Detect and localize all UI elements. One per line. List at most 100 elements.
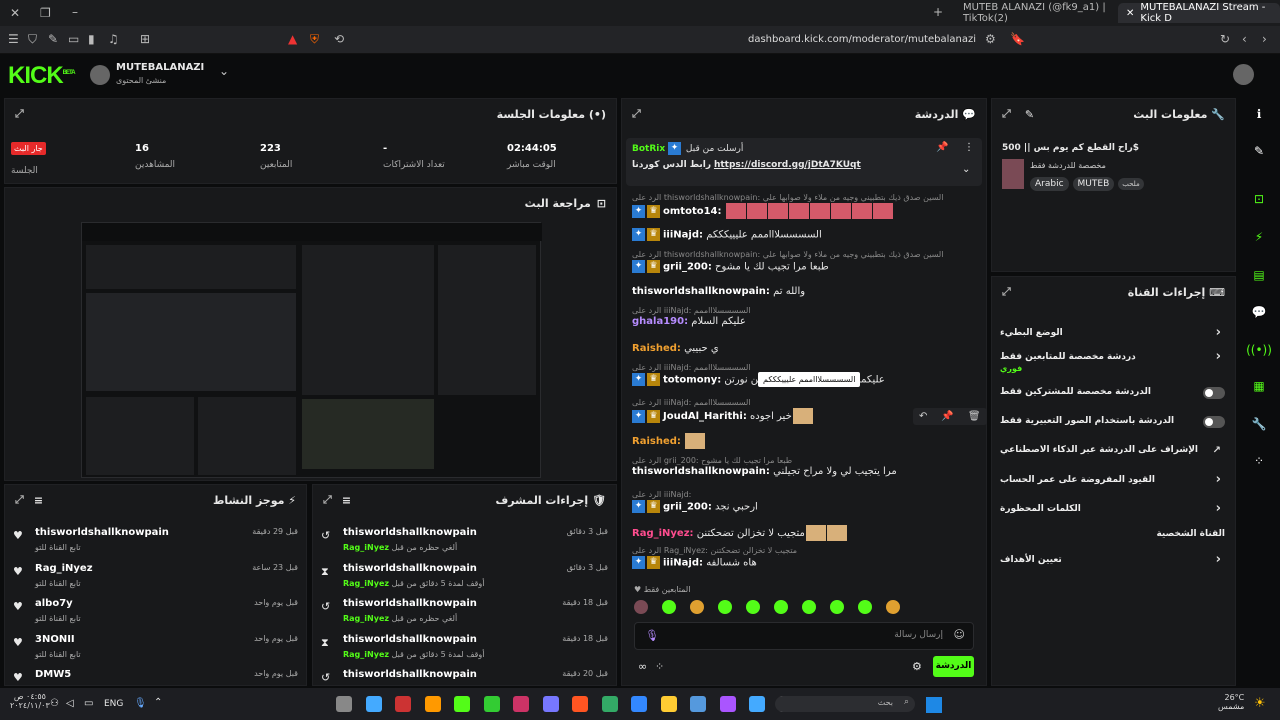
stream-video[interactable] — [81, 222, 542, 478]
chevron-up-icon[interactable]: ⌃ — [154, 697, 162, 708]
notification-icon[interactable]: ⚇ — [50, 698, 59, 709]
activity-item[interactable]: ♥ DMW5 قبل يوم واحد — [13, 667, 298, 685]
toggle-switch[interactable] — [1203, 416, 1225, 428]
tabs-icon[interactable]: ▭ — [68, 32, 79, 46]
menu-icon[interactable]: ☰ — [8, 32, 19, 46]
mod-action-item[interactable]: ↺ thisworldshallknowpain Rag_iNyez ألغي حظ… — [321, 525, 608, 559]
edit-icon[interactable]: ✎ — [1025, 108, 1034, 121]
channel-action-item[interactable]: الإشراف على الدردشة عبر الذكاء الاصطناعي… — [1000, 445, 1225, 456]
chat-username[interactable]: iiiNajd: — [663, 230, 703, 241]
url-field[interactable]: dashboard.kick.com/moderator/mutebalanaz… — [280, 31, 1000, 49]
close-window-icon[interactable]: ✕ — [10, 6, 20, 20]
stream-tag[interactable]: Arabic — [1030, 177, 1069, 191]
external-link-icon[interactable]: ↗ — [1213, 445, 1221, 456]
screenshot-icon[interactable]: ⊞ — [140, 32, 150, 46]
broadcast-icon[interactable]: ((•)) — [1240, 337, 1278, 363]
filter-icon[interactable]: ≡ — [34, 494, 43, 507]
chat-settings-icon[interactable]: ⚙ — [912, 660, 922, 673]
chevron-down-icon[interactable]: ⌄ — [962, 164, 970, 175]
channel-action-item[interactable]: تعيين الأهداف › — [1000, 552, 1225, 567]
emote-image[interactable] — [809, 203, 830, 219]
emote-image[interactable] — [792, 408, 813, 424]
chat-username[interactable]: Raished: — [632, 436, 681, 447]
chat-message[interactable]: الرد على Rag_iNyez: متجيب لا تخزالن تضحك… — [632, 546, 982, 569]
activity-user[interactable]: 3NONII — [35, 634, 75, 645]
chat-username[interactable]: thisworldshallknowpain: — [632, 466, 770, 477]
expand-icon[interactable]: ⤢ — [1002, 107, 1011, 121]
expand-icon[interactable]: ⤢ — [632, 107, 641, 121]
chat-username[interactable]: grii_200: — [663, 262, 712, 273]
chevron-right-icon[interactable]: › — [1216, 552, 1221, 567]
activity-item[interactable]: ♥ albo7y تابع القناة للتو قبل يوم واحد — [13, 596, 298, 630]
taskbar-app-icon[interactable] — [749, 696, 765, 712]
expand-icon[interactable]: ⤢ — [1002, 285, 1011, 299]
chat-message[interactable]: thisworldshallknowpain: والله تم — [632, 286, 982, 297]
camera-icon[interactable]: ⊡ — [1240, 186, 1278, 212]
chat-reply-context[interactable]: الرد على grii_200: طبعا مرا تجيب لك يا م… — [632, 456, 972, 465]
chat-message[interactable]: الرد على iiiNajd: ✦ ♛ grii_200: ارحبي نجد — [632, 490, 982, 513]
emote-option[interactable] — [746, 600, 760, 614]
emote-image[interactable] — [826, 525, 847, 541]
user-avatar[interactable] — [1233, 64, 1254, 85]
clock[interactable]: ٠٤:٥٥ ص ٢٠٢٤/١١/٠٣ — [10, 692, 50, 710]
channel-action-item[interactable]: دردشة مخصصة للمتابعين فقط فوري › — [1000, 349, 1225, 373]
delete-icon[interactable]: 🗑 — [968, 411, 981, 422]
emote-image[interactable] — [746, 203, 767, 219]
activity-user[interactable]: DMW5 — [35, 669, 71, 680]
taskbar-app-icon[interactable] — [660, 696, 677, 712]
emote-image[interactable] — [851, 203, 872, 219]
kick-logo[interactable]: KICKBETA — [8, 62, 76, 90]
emote-option[interactable] — [690, 600, 704, 614]
start-icon[interactable] — [926, 697, 942, 713]
close-tab-icon[interactable]: ✕ — [1126, 8, 1134, 19]
channel-action-item[interactable]: القيود المفروضة على عمر الحساب › — [1000, 472, 1225, 487]
emote-option[interactable] — [662, 600, 676, 614]
filter-icon[interactable]: ≡ — [342, 494, 351, 507]
emote-image[interactable] — [805, 525, 826, 541]
volume-icon[interactable]: ◁ — [66, 698, 74, 709]
taskbar-app-icon[interactable] — [719, 696, 736, 712]
mod-action-by[interactable]: Rag_iNyez — [343, 579, 389, 588]
infinity-icon[interactable]: ∞ — [638, 660, 647, 673]
emote-image[interactable] — [830, 203, 851, 219]
emote-image[interactable] — [872, 203, 893, 219]
pinned-link[interactable]: https://discord.gg/jDtA7KUqt — [714, 160, 861, 170]
mic-icon[interactable]: 🎙 — [645, 629, 659, 642]
chevron-right-icon[interactable]: › — [1216, 325, 1221, 340]
mod-action-item[interactable]: ⧗ thisworldshallknowpain Rag_iNyez أوقف لم… — [321, 561, 608, 595]
activity-item[interactable]: ♥ thisworldshallknowpain تابع القناة للتو ق… — [13, 525, 298, 559]
emote-option[interactable] — [830, 600, 844, 614]
emote-image[interactable] — [788, 203, 809, 219]
chat-bubble-icon[interactable]: 💬 — [1240, 299, 1278, 325]
send-chat-button[interactable]: الدردشة — [933, 656, 974, 677]
stream-tag[interactable]: MUTEB — [1072, 177, 1115, 191]
shield-icon[interactable]: ⛉ — [28, 32, 37, 47]
refresh-icon[interactable]: ↻ — [1220, 32, 1230, 46]
emote-option[interactable] — [718, 600, 732, 614]
channel-action-item[interactable]: الدردشة باستخدام الصور التعبيرية فقط — [1000, 416, 1225, 428]
category-thumbnail[interactable] — [1002, 159, 1024, 189]
taskbar-app-icon[interactable] — [690, 696, 706, 712]
layout-icon[interactable]: ▦ — [1240, 373, 1278, 399]
pencil-icon[interactable]: ✎ — [1240, 138, 1278, 164]
chat-username[interactable]: JoudAl_Harithi: — [663, 411, 747, 422]
lightning-icon[interactable]: ⚡ — [1240, 224, 1278, 250]
mod-action-by[interactable]: Rag_iNyez — [343, 614, 389, 623]
network-icon[interactable]: ▭ — [84, 698, 93, 709]
mod-action-user[interactable]: thisworldshallknowpain — [343, 598, 477, 609]
mod-action-by[interactable]: Rag_iNyez — [343, 650, 389, 659]
pin-icon[interactable]: 📌 — [936, 142, 948, 153]
chat-reply-context[interactable]: الرد على thisworldshallknowpain: السين ص… — [632, 193, 972, 202]
apps-icon[interactable]: ⁘ — [1240, 448, 1278, 474]
new-tab-icon[interactable]: + — [933, 5, 943, 19]
taskbar-app-icon[interactable] — [395, 696, 411, 712]
emote-option[interactable] — [858, 600, 872, 614]
taskbar-search[interactable]: بحث ⌕ — [775, 696, 915, 712]
chat-reply-context[interactable]: الرد على iiiNajd: — [632, 490, 972, 499]
minimize-window-icon[interactable]: – — [72, 5, 78, 19]
taskbar-app-icon[interactable] — [601, 696, 618, 712]
music-icon[interactable]: ♫ — [108, 32, 119, 46]
chat-reply-context[interactable]: الرد على iiiNajd: السسسسلاااممم — [632, 363, 972, 372]
chevron-right-icon[interactable]: › — [1216, 349, 1221, 364]
chat-message[interactable]: الرد على iiiNajd: السسسسلاااممم ghala190:… — [632, 306, 982, 327]
